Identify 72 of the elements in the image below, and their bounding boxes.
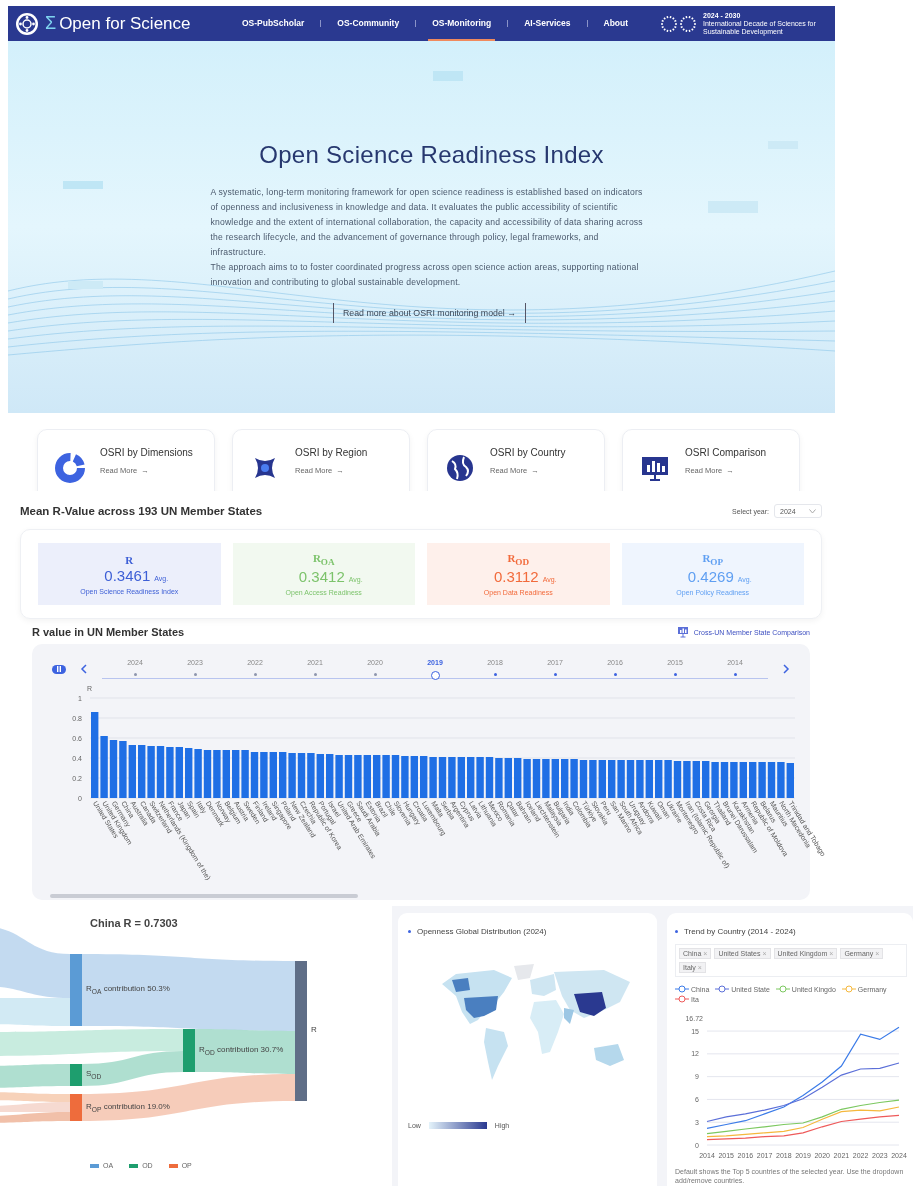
chevron-down-icon [809,508,816,514]
sankey-flow [0,1112,70,1123]
card-title: Openness Global Distribution (2024) [417,927,547,936]
emblem-icon [15,11,39,36]
sankey-node [70,954,82,1026]
chevron-right-icon[interactable] [782,664,790,674]
chevron-left-icon[interactable] [80,664,88,674]
node-label: R [311,1025,317,1034]
sunburst-logo-icon [659,15,699,32]
globe-icon [444,452,476,484]
feature-title: OSRI Comparison [685,446,768,460]
hero-paragraph: A systematic, long-term monitoring framework for open science readiness is established based on indicators of openness and inclusiveness in knowledge and data. It evaluates the public accessibility of scientific knowledge and the extent of international collaboration, the capacity and accessibility of data sharing across the research lifecycle, and the advancement of governance through policy, legal frameworks, and infrastructure. [210,186,644,259]
bar [673,761,682,798]
color-scale-bar [428,1122,487,1129]
feature-title: OSRI by Dimensions [100,446,194,460]
metric-symbol: R$_{OD}$ [507,551,530,568]
nav-link[interactable]: OS-Community [333,6,404,41]
bar [767,762,776,798]
read-more-button[interactable]: Read more about OSRI monitoring model → [332,303,527,323]
legend-marker-icon [715,985,730,993]
sankey-node [70,1064,82,1086]
metric-value: 0.4269 [687,568,734,586]
metric-value: 0.3461 [104,566,151,584]
pause-icon [56,666,62,672]
node-label: R$_{OD}$ contribution 30.7% [199,1045,284,1056]
sankey-flow [0,1092,70,1102]
metric-symbol: R$_{OP}$ [702,551,724,568]
bar [250,752,259,798]
pause-button[interactable] [52,664,66,674]
sankey-flow [0,1102,70,1112]
nav-link[interactable]: AI-Services [520,6,575,41]
bar [720,762,729,798]
bar [579,760,588,798]
bar [391,755,400,798]
nav-link[interactable]: About [599,6,633,41]
bar [297,753,306,798]
sankey-flow [0,1064,70,1088]
feature-title: OSRI by Country [490,446,567,460]
sankey-node [183,1029,195,1072]
scrollbar[interactable] [50,894,358,898]
metric-symbol: R [125,553,134,566]
node-label: R$_{OA}$ contribution 50.3% [86,984,170,995]
hero-title: Open Science Readiness Index [259,141,604,169]
sankey-node [70,1094,82,1121]
bar [156,746,165,798]
bar [438,757,447,798]
node-label: S$_{OD}$ [86,1069,102,1080]
logo-text: Open for Science [59,13,191,34]
bar [485,757,494,798]
legend-marker-icon [675,985,689,993]
legend-marker-icon [775,985,790,993]
section-title: Mean R-Value across 193 UN Member States [20,505,263,517]
metric-symbol: R$_{OA}$ [312,551,335,568]
metric-value: 0.3412 [298,568,345,586]
bar [203,750,212,798]
bar [626,760,635,798]
bar [532,759,541,798]
nav-link[interactable]: OS-PubScholar [237,6,309,41]
legend-marker-icon [841,985,856,993]
chart-screen-icon [676,626,689,638]
hero-paragraph: The approach aims to to foster coordinated progress across open science action areas, supporting national innovation and contributing to global sustainable development. [210,261,640,289]
chart-title: China R = 0.7303 [90,917,178,929]
section-title: R value in UN Member States [32,626,185,638]
node-label: R$_{OP}$ contribution 19.0% [86,1102,170,1113]
logo-mark: Σ [45,13,57,34]
donut-chart-icon [54,452,86,484]
card-title: Trend by Country (2014 - 2024) [684,927,796,936]
bar [109,740,118,798]
feature-title: OSRI by Region [295,446,369,460]
bar [344,755,353,798]
metric-value: 0.3112 [493,568,539,586]
legend-marker-icon [675,995,689,1003]
